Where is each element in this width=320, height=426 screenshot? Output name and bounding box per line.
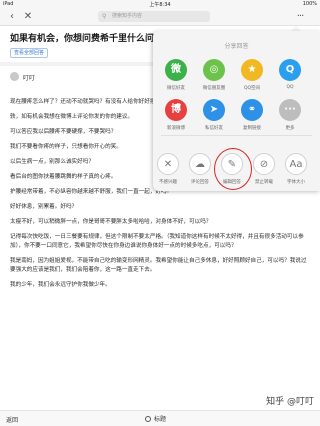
view-all-answers-button[interactable]: 查看全部回答 (10, 48, 48, 58)
message-icon: ➤ (203, 99, 225, 121)
watermark: 知乎 @叮叮 (266, 397, 314, 407)
share-option-label: 评论回答 (191, 180, 209, 185)
zhihu-answer-screen: iPad 上午8:34 100% ‹ ✕ ⚲ 搜索知乎内容 ··· 如果有机会，… (0, 0, 320, 426)
no-repost-icon: ⊘ (253, 153, 275, 175)
moments-icon: ◎ (203, 59, 225, 81)
home-button[interactable]: 标题 (145, 414, 166, 423)
more-icon[interactable]: ··· (294, 11, 306, 23)
clock: 上午8:34 (149, 2, 171, 8)
back-button[interactable]: 返回 (6, 415, 18, 424)
answer-paragraph: 我是南妈，因为姐姐爱视，不能带自己吃的输变形网精灵。我希望你能让自己多休息，好好… (10, 258, 307, 273)
dislike-icon: ✕ (157, 153, 179, 175)
search-icon: ⚲ (102, 13, 107, 20)
wechat-icon: 微 (165, 59, 187, 81)
share-option-font-size[interactable]: Aa 字体大小 (279, 153, 313, 185)
share-option-no-repost[interactable]: ⊘ 禁止转载 (247, 153, 281, 185)
share-option-dislike[interactable]: ✕ 不感兴趣 (151, 153, 185, 185)
share-panel-title: 分享回答 (224, 43, 249, 50)
author-name[interactable]: 叮叮 (23, 73, 35, 82)
qzone-icon: ★ (241, 59, 263, 81)
share-option-label: QQ (286, 85, 294, 90)
share-option-label: 更多 (285, 126, 295, 131)
share-option-wechat[interactable]: 微微信好友 (159, 59, 193, 91)
share-option-qq[interactable]: Q QQ (273, 59, 307, 90)
search-input[interactable]: ⚲ 搜索知乎内容 (98, 11, 210, 22)
answer-paragraph: 记得每次快吃饭，一日三餐要有规律，但这个限制不要太严格。（我知道你这样有时候不太… (10, 234, 304, 249)
share-option-label: 禁止转载 (255, 180, 273, 185)
share-option-label: 字体大小 (287, 180, 305, 185)
share-option-weibo[interactable]: 博新浪微博 (159, 99, 193, 131)
share-option-message[interactable]: ➤ 私信好友 (197, 99, 231, 131)
bottom-bar: 返回 标题 (0, 410, 320, 426)
question-title[interactable]: 如果有机会，你想问费希千里什么问题？ (10, 31, 170, 44)
status-bar: iPad 上午8:34 100% (0, 0, 320, 8)
battery-level: 100% (302, 1, 317, 7)
avatar[interactable] (10, 72, 19, 81)
divider (161, 135, 312, 136)
share-option-label: 复制链接 (243, 126, 261, 131)
answer-paragraph: 好好休息，别累着。好吗？ (10, 204, 78, 210)
answer-paragraph: 我的少年，我们会永远守护你我做少年。 (10, 282, 111, 288)
share-option-comment[interactable]: ☁ 评论回答 (183, 153, 217, 185)
more-icon: ··· (279, 99, 301, 121)
back-arrow-icon[interactable]: ‹ (6, 11, 18, 23)
share-option-qzone[interactable]: ★ QQ空间 (235, 59, 269, 91)
home-label: 标题 (154, 416, 167, 423)
share-option-label: QQ空间 (243, 86, 261, 91)
share-option-label: 微信好友 (167, 86, 185, 91)
close-icon[interactable]: ✕ (22, 11, 34, 23)
qq-icon: Q (279, 59, 301, 81)
nav-bar: ‹ ✕ ⚲ 搜索知乎内容 ··· (0, 8, 320, 26)
share-option-label: 不感兴趣 (159, 180, 177, 185)
answer-paragraph: 太瘦不好，可以稍微胖一点，你是哥哥不要胖太多啦哈哈，对身体不好，可以吗？ (10, 219, 212, 225)
home-icon (145, 416, 151, 422)
weibo-icon: 博 (165, 99, 187, 121)
share-option-label: 新浪微博 (167, 126, 185, 131)
comment-icon: ☁ (189, 153, 211, 175)
share-option-more[interactable]: ··· 更多 (273, 99, 307, 131)
font-size-icon: Aa (285, 153, 307, 175)
search-placeholder: 搜索知乎内容 (112, 13, 143, 19)
highlight-circle (214, 148, 252, 190)
share-option-label: 私信好友 (205, 126, 223, 131)
share-option-link[interactable]: ⚭ 复制链接 (235, 99, 269, 131)
share-option-moments[interactable]: ◎ 微信朋友圈 (197, 59, 231, 91)
share-option-label: 微信朋友圈 (202, 86, 226, 91)
link-icon: ⚭ (241, 99, 263, 121)
